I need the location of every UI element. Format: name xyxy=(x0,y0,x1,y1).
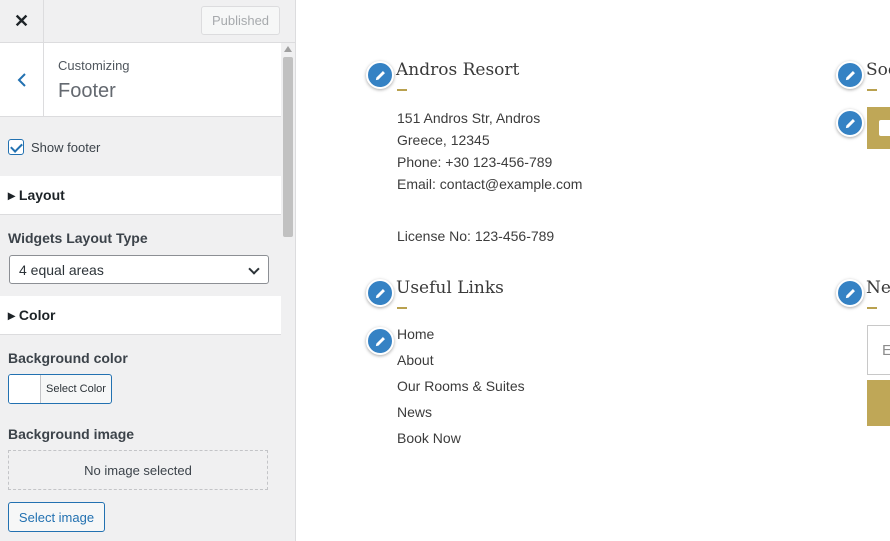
color-group-toggle[interactable]: ▸ Color xyxy=(0,296,281,335)
footer-link-book-now[interactable]: Book Now xyxy=(397,430,461,446)
social-widget-title: Soc xyxy=(866,60,890,80)
background-color-label: Background color xyxy=(8,350,128,366)
edit-pencil-icon[interactable] xyxy=(836,109,864,137)
address-line: 151 Andros Str, Andros xyxy=(397,110,541,126)
customizer-sidebar: ✕ Published Customizing Footer Show foot… xyxy=(0,0,296,541)
edit-pencil-icon[interactable] xyxy=(366,61,394,89)
show-footer-control[interactable]: Show footer xyxy=(8,139,100,155)
title-underline xyxy=(397,89,407,91)
edit-pencil-icon[interactable] xyxy=(836,61,864,89)
links-widget-title: Useful Links xyxy=(396,278,504,298)
sidebar-scrollbar[interactable] xyxy=(281,43,295,541)
select-color-button[interactable]: Select Color xyxy=(8,374,112,404)
footer-link-home[interactable]: Home xyxy=(397,326,434,342)
phone-line: Phone: +30 123-456-789 xyxy=(397,154,553,170)
edit-pencil-icon[interactable] xyxy=(366,327,394,355)
show-footer-label: Show footer xyxy=(31,139,101,155)
title-underline xyxy=(867,307,877,309)
published-button[interactable]: Published xyxy=(201,6,280,35)
facebook-glyph xyxy=(879,120,890,136)
newsletter-email-input[interactable]: E xyxy=(867,325,890,375)
title-underline xyxy=(397,307,407,309)
layout-group-toggle[interactable]: ▸ Layout xyxy=(0,176,281,215)
color-swatch xyxy=(9,375,41,403)
show-footer-checkbox[interactable] xyxy=(8,139,24,155)
widgets-layout-select[interactable]: 4 equal areas xyxy=(9,255,269,284)
scroll-up-icon[interactable] xyxy=(284,46,292,52)
footer-link-news[interactable]: News xyxy=(397,404,432,420)
email-line: Email: contact@example.com xyxy=(397,176,583,192)
site-preview: Andros Resort 151 Andros Str, Andros Gre… xyxy=(296,0,890,541)
widgets-layout-label: Widgets Layout Type xyxy=(8,230,148,246)
newsletter-widget-title: Ne xyxy=(866,278,890,298)
widgets-layout-value: 4 equal areas xyxy=(19,261,104,278)
footer-link-rooms[interactable]: Our Rooms & Suites xyxy=(397,378,525,394)
license-line: License No: 123-456-789 xyxy=(397,228,555,244)
edit-pencil-icon[interactable] xyxy=(836,279,864,307)
customizer-topbar: ✕ Published xyxy=(0,0,295,43)
address-line: Greece, 12345 xyxy=(397,132,490,148)
section-header: Customizing Footer xyxy=(0,43,281,117)
footer-link-about[interactable]: About xyxy=(397,352,434,368)
page-title: Footer xyxy=(58,80,116,102)
breadcrumb: Customizing xyxy=(58,58,130,73)
image-placeholder: No image selected xyxy=(8,450,268,490)
back-icon[interactable] xyxy=(0,43,44,116)
facebook-icon[interactable] xyxy=(867,107,890,149)
edit-pencil-icon[interactable] xyxy=(366,279,394,307)
close-icon[interactable]: ✕ xyxy=(0,0,44,42)
title-underline xyxy=(867,89,877,91)
chevron-down-icon xyxy=(248,263,260,275)
background-image-label: Background image xyxy=(8,426,135,442)
address-widget-title: Andros Resort xyxy=(396,60,520,80)
select-image-button[interactable]: Select image xyxy=(8,502,105,532)
scroll-thumb[interactable] xyxy=(283,57,293,237)
newsletter-subscribe-button[interactable] xyxy=(867,380,890,426)
select-color-label: Select Color xyxy=(46,383,106,395)
